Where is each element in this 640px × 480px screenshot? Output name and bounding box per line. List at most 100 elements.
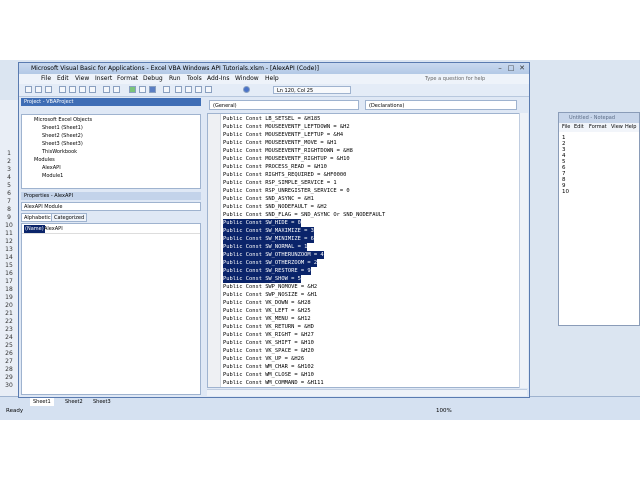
help-icon[interactable] [243,86,250,93]
code-line[interactable]: Public Const SW_MINIMIZE = 6 [223,235,314,243]
code-line[interactable]: Public Const SW_RESTORE = 9 [223,267,311,275]
notepad-window[interactable]: Untitled - Notepad File Edit Format View… [558,112,640,326]
code-line[interactable]: Public Const MOUSEEVENTF_LEFTDOWN = &H2 [223,123,350,131]
code-line[interactable]: Public Const SND_NODEFAULT = &H2 [223,203,327,211]
find-icon[interactable] [89,86,96,93]
code-line[interactable]: Public Const SND_ASYNC = &H1 [223,195,314,203]
properties-icon[interactable] [185,86,192,93]
tab-categorized[interactable]: Categorized [51,213,88,222]
menu-edit[interactable]: Edit [57,75,69,82]
np-menu-file[interactable]: File [562,123,570,132]
code-line[interactable]: Public Const LB_SETSEL = &H185 [223,115,320,123]
sheet-tab-2[interactable]: Sheet2 [62,398,86,406]
redo-icon[interactable] [113,86,120,93]
code-line[interactable]: Public Const RSP_UNREGISTER_SERVICE = 0 [223,187,350,195]
code-line[interactable]: Public Const RSP_SIMPLE_SERVICE = 1 [223,179,337,187]
code-line[interactable]: Public Const SW_MAXIMIZE = 3 [223,227,314,235]
code-line[interactable]: Public Const VK_UP = &H26 [223,355,304,363]
code-line[interactable]: Public Const VK_LEFT = &H25 [223,307,311,315]
excel-row-number: 14 [5,254,13,261]
reset-icon[interactable] [149,86,156,93]
code-line[interactable]: Public Const VK_SHIFT = &H10 [223,339,314,347]
menu-tools[interactable]: Tools [187,75,202,82]
run-icon[interactable] [129,86,136,93]
tree-item[interactable]: Sheet3 (Sheet3) [42,141,83,148]
code-line[interactable]: Public Const SND_FLAG = SND_ASYNC Or SND… [223,211,385,219]
code-line[interactable]: Public Const MOUSEEVENTF_RIGHTUP = &H10 [223,155,350,163]
menu-run[interactable]: Run [169,75,181,82]
code-line[interactable]: Public Const SWP_NOSIZE = &H1 [223,291,317,299]
project-explorer-icon[interactable] [175,86,182,93]
np-menu-help[interactable]: Help [625,123,636,132]
tree-item[interactable]: Modules [34,157,55,164]
tree-item[interactable]: ThisWorkbook [42,149,77,156]
code-line[interactable]: Public Const WM_CHAR = &H102 [223,363,314,371]
property-value[interactable]: AlexAPI [44,225,63,233]
code-line[interactable]: Public Const SW_HIDE = 0 [223,219,301,227]
undo-icon[interactable] [103,86,110,93]
zoom-level[interactable]: 100% [436,408,452,414]
notepad-title: Untitled - Notepad [559,113,639,123]
tree-item[interactable]: Module1 [42,173,63,180]
code-line[interactable]: Public Const MOUSEEVENTF_RIGHTDOWN = &H8 [223,147,353,155]
paste-icon[interactable] [79,86,86,93]
menu-addins[interactable]: Add-Ins [207,75,229,82]
procedure-combo[interactable]: (Declarations) [365,100,517,110]
tree-item[interactable]: Microsoft Excel Objects [34,117,92,124]
menu-window[interactable]: Window [235,75,259,82]
code-line[interactable]: Public Const RIGHTS_REQUIRED = &HF0000 [223,171,346,179]
save-icon[interactable] [45,86,52,93]
tree-item[interactable]: Sheet2 (Sheet2) [42,133,83,140]
sheet-tab-1[interactable]: Sheet1 [30,398,54,406]
menu-insert[interactable]: Insert [95,75,112,82]
code-line[interactable]: Public Const WM_COMMAND = &H111 [223,379,324,387]
menu-format[interactable]: Format [117,75,138,82]
code-line[interactable]: Public Const VK_RETURN = &HD [223,323,314,331]
code-line[interactable]: Public Const SW_OTHERUNZOOM = 4 [223,251,324,259]
code-line[interactable]: Public Const PROCESS_READ = &H10 [223,163,327,171]
menu-debug[interactable]: Debug [143,75,163,82]
np-menu-format[interactable]: Format [589,123,607,132]
code-line[interactable]: Public Const SW_OTHERZOOM = 2 [223,259,318,267]
margin-indicator-bar[interactable] [208,114,221,387]
code-line[interactable]: Public Const VK_MENU = &H12 [223,315,311,323]
np-menu-edit[interactable]: Edit [574,123,584,132]
help-search-input[interactable]: Type a question for help [425,74,515,84]
horizontal-scrollbar[interactable] [207,389,527,396]
tree-item[interactable]: Sheet1 (Sheet1) [42,125,83,132]
property-row-name[interactable]: (Name) AlexAPI [22,225,200,234]
tab-alphabetic[interactable]: Alphabetic [21,213,54,222]
view-excel-icon[interactable] [25,86,32,93]
insert-module-icon[interactable] [35,86,42,93]
minimize-icon[interactable]: – [495,64,505,72]
code-line[interactable]: Public Const SW_SHOW = 5 [223,275,301,283]
properties-object-select[interactable]: AlexAPI Module [21,202,201,211]
object-browser-icon[interactable] [195,86,202,93]
tree-item[interactable]: AlexAPI [42,165,61,172]
sheet-tab-3[interactable]: Sheet3 [90,398,114,406]
np-menu-view[interactable]: View [611,123,623,132]
code-editor[interactable]: Public Const LB_SETSEL = &H185 Public Con… [207,113,527,388]
code-line[interactable]: Public Const SW_NORMAL = 1 [223,243,308,251]
code-line[interactable]: Public Const MOUSEEVENTF_LEFTUP = &H4 [223,131,343,139]
code-line[interactable]: Public Const SWP_NOMOVE = &H2 [223,283,317,291]
code-line[interactable]: Public Const WM_CLOSE = &H10 [223,371,314,379]
object-combo[interactable]: (General) [209,100,359,110]
close-icon[interactable]: ✕ [517,64,527,72]
cut-icon[interactable] [59,86,66,93]
code-line[interactable]: Public Const VK_RIGHT = &H27 [223,331,314,339]
toolbox-icon[interactable] [205,86,212,93]
excel-row-number: 6 [7,190,11,197]
design-mode-icon[interactable] [163,86,170,93]
copy-icon[interactable] [69,86,76,93]
code-line[interactable]: Public Const VK_SPACE = &H20 [223,347,314,355]
code-line[interactable]: Public Const MOUSEEVENTF_MOVE = &H1 [223,139,337,147]
restore-icon[interactable]: □ [506,64,516,72]
menu-file[interactable]: File [41,75,51,82]
code-line[interactable]: Public Const VK_DOWN = &H28 [223,299,311,307]
break-icon[interactable] [139,86,146,93]
vertical-scrollbar[interactable] [519,113,528,388]
menu-help[interactable]: Help [265,75,279,82]
menu-view[interactable]: View [75,75,89,82]
project-tree[interactable]: Microsoft Excel Objects Sheet1 (Sheet1) Sh… [21,114,201,189]
